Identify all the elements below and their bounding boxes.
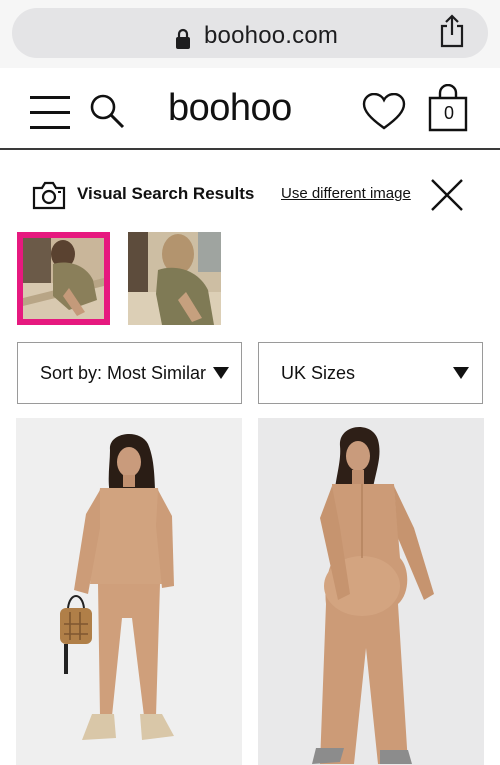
product-card[interactable] xyxy=(258,418,484,765)
sort-dropdown-label: Sort by: Most Similar xyxy=(40,363,207,383)
lock-icon xyxy=(176,28,190,49)
search-photo-thumbnail xyxy=(128,232,221,325)
visual-search-title: Visual Search Results xyxy=(77,184,255,203)
product-image xyxy=(16,418,242,765)
sort-dropdown[interactable]: Sort by: Most Similar xyxy=(17,342,242,404)
search-icon[interactable] xyxy=(88,92,126,130)
share-icon[interactable] xyxy=(438,14,466,48)
heart-icon[interactable] xyxy=(362,93,406,131)
dropdown-arrow-icon xyxy=(213,367,229,379)
visual-search-header: Visual Search Results Use different imag… xyxy=(0,170,500,220)
bag-count: 0 xyxy=(443,103,454,123)
camera-icon xyxy=(32,181,66,210)
site-header: boohoo 0 xyxy=(0,68,500,150)
search-image-thumbnail[interactable] xyxy=(128,232,221,325)
close-icon[interactable] xyxy=(430,178,464,212)
logo[interactable]: boohoo xyxy=(168,87,292,130)
search-photo-thumbnail xyxy=(23,238,104,319)
menu-icon[interactable] xyxy=(30,94,70,130)
use-different-image-link[interactable]: Use different image xyxy=(281,185,411,202)
url-text: boohoo.com xyxy=(204,22,339,49)
dropdown-arrow-icon xyxy=(453,367,469,379)
product-image xyxy=(258,418,484,765)
size-dropdown[interactable]: UK Sizes xyxy=(258,342,483,404)
browser-address-bar: boohoo.com xyxy=(0,0,500,68)
url-field[interactable]: boohoo.com xyxy=(12,8,488,58)
size-dropdown-label: UK Sizes xyxy=(281,363,356,383)
search-image-thumbnail-selected[interactable] xyxy=(17,232,110,325)
product-card[interactable] xyxy=(16,418,242,765)
